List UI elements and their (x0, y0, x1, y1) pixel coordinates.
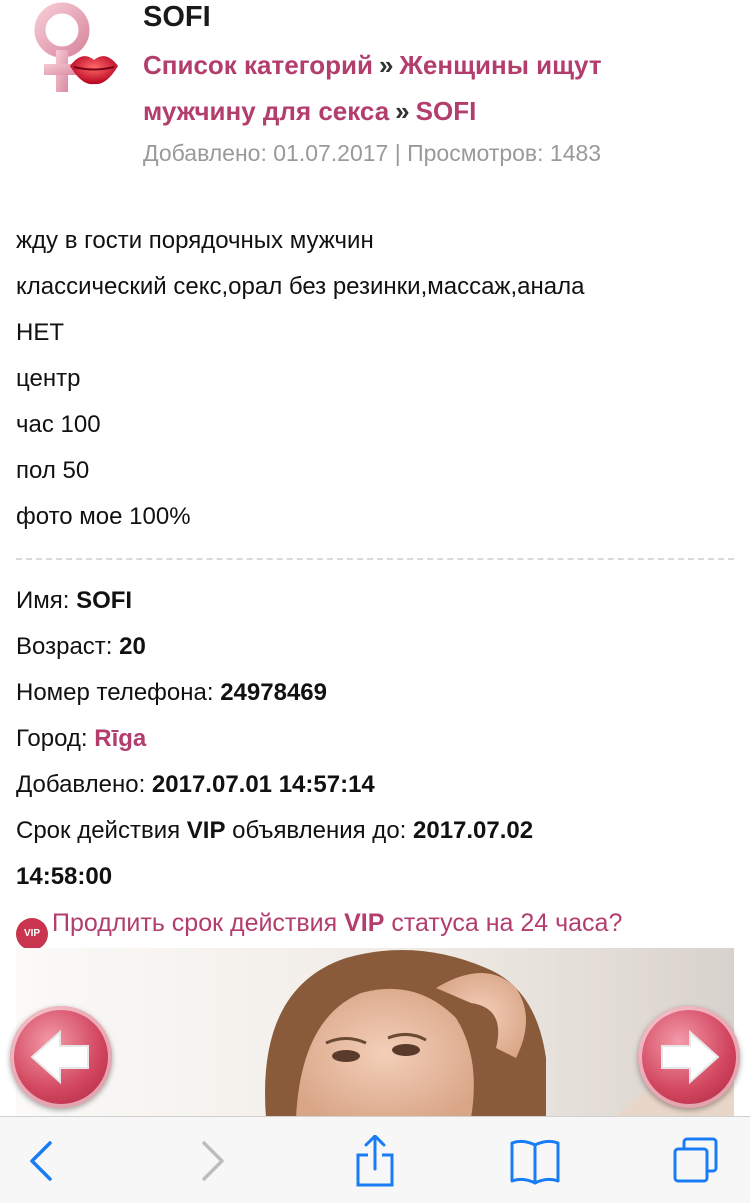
description-line: жду в гости порядочных мужчин (16, 227, 374, 254)
back-button[interactable] (17, 1135, 69, 1187)
ad-photo[interactable] (16, 948, 734, 1118)
vip-expiry-date: 2017.07.02 (413, 817, 534, 844)
description-line: фото мое 100% (16, 503, 191, 530)
description-line: классический секс,орал без резинки,масса… (16, 273, 585, 300)
arrow-right-icon (661, 1029, 720, 1085)
description-line: пол 50 (16, 457, 90, 484)
extend-vip-text-2: статуса на 24 часа? (391, 909, 623, 937)
vip-expiry-time: 14:58:00 (16, 863, 113, 890)
phone-label: Номер телефона: (16, 679, 214, 706)
bookmarks-icon (510, 1139, 560, 1185)
extend-vip-link[interactable]: VIP Продлить срок действия VIP статуса на… (16, 900, 622, 950)
gallery-prev-button[interactable] (10, 1006, 112, 1108)
detail-vip-expiry: Срок действия VIP объявления до: 2017.07… (16, 808, 736, 900)
breadcrumb-separator: » (378, 50, 394, 80)
extend-vip-text: Продлить срок действия (52, 909, 338, 937)
age-label: Возраст: (16, 633, 113, 660)
page-header: SOFI Список категорий» Женщины ищут мужчин… (0, 0, 750, 190)
description-line: центр (16, 365, 81, 392)
gallery-next-button[interactable] (638, 1006, 740, 1108)
description-line: час 100 (16, 411, 101, 438)
post-meta: Добавлено: 01.07.2017 | Просмотров: 1483 (143, 140, 602, 166)
logo-female-lips-icon (20, 0, 130, 100)
name-label: Имя: (16, 587, 70, 614)
breadcrumb-category-part1: Женщины ищут (399, 50, 602, 80)
extend-vip-bold: VIP (344, 909, 385, 937)
breadcrumb: Список категорий» Женщины ищут мужчину для… (143, 42, 733, 134)
share-icon (356, 1134, 394, 1187)
arrow-left-icon (30, 1029, 89, 1085)
vip-expiry-label: Срок действия (16, 817, 181, 844)
age-value: 20 (119, 633, 146, 660)
detail-city: Город: Rīga (16, 716, 736, 762)
forward-icon (202, 1141, 224, 1181)
breadcrumb-current-link[interactable]: SOFI (416, 96, 477, 126)
page-title: SOFI (143, 1, 211, 33)
phone-value: 24978469 (220, 679, 327, 706)
detail-phone: Номер телефона: 24978469 (16, 670, 736, 716)
added-value: 2017.07.01 14:57:14 (151, 771, 375, 798)
vip-expiry-label-2: объявления до: (232, 817, 407, 844)
detail-name: Имя: SOFI (16, 578, 736, 624)
added-label: Добавлено: (16, 771, 146, 798)
share-button[interactable] (349, 1134, 401, 1187)
forward-button[interactable] (185, 1135, 237, 1187)
tabs-button[interactable] (670, 1135, 722, 1187)
name-value: SOFI (76, 587, 133, 614)
back-icon (30, 1141, 52, 1181)
description-line: НЕТ (16, 319, 64, 346)
bookmarks-button[interactable] (509, 1135, 561, 1187)
breadcrumb-separator: » (395, 96, 410, 126)
browser-toolbar (0, 1116, 750, 1203)
detail-added: Добавлено: 2017.07.01 14:57:14 (16, 762, 736, 808)
city-link[interactable]: Rīga (94, 725, 146, 752)
ad-description: жду в гости порядочных мужчин классическ… (16, 218, 736, 540)
vip-badge-icon: VIP (16, 918, 48, 950)
tabs-icon (673, 1137, 718, 1183)
section-divider (16, 558, 734, 560)
breadcrumb-categories-link[interactable]: Список категорий (143, 50, 373, 80)
vip-expiry-vip: VIP (186, 817, 226, 844)
ad-details: Имя: SOFI Возраст: 20 Номер телефона: 24… (16, 578, 736, 900)
breadcrumb-category-part2: мужчину для секса (143, 96, 390, 126)
city-label: Город: (16, 725, 88, 752)
detail-age: Возраст: 20 (16, 624, 736, 670)
